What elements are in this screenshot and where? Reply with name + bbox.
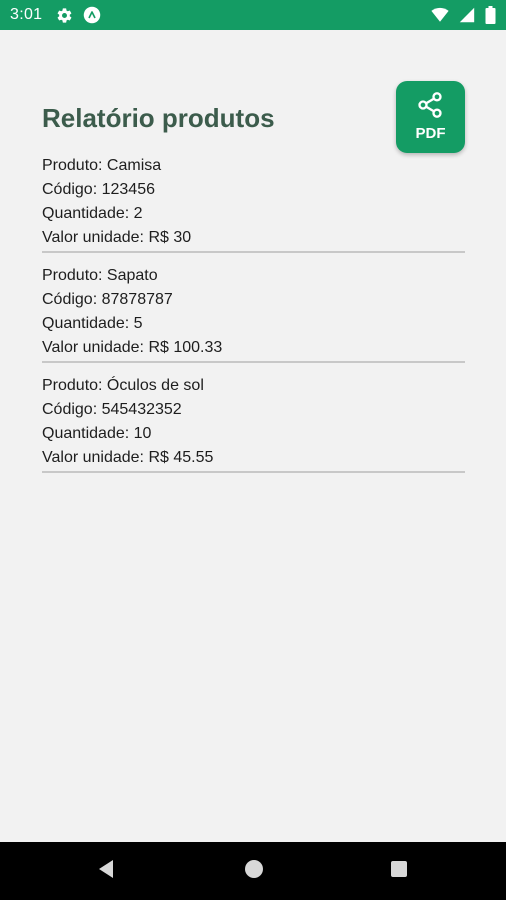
product-code: Código: 545432352 xyxy=(42,401,182,418)
recents-button[interactable] xyxy=(364,842,434,900)
product-unit-value: Valor unidade: R$ 100.33 xyxy=(42,339,223,356)
product-item: Produto: Óculos de sol Código: 545432352… xyxy=(42,374,465,484)
page-title: Relatório produtos xyxy=(42,103,275,133)
app-screen: 3:01 Relatório produtos PDF Produto: Cam… xyxy=(0,0,506,900)
product-item: Produto: Camisa Código: 123456 Quantidad… xyxy=(42,154,465,264)
divider xyxy=(42,471,465,473)
navigation-bar xyxy=(0,842,506,900)
back-button[interactable] xyxy=(71,842,141,900)
share-pdf-button[interactable]: PDF xyxy=(396,81,465,153)
status-time: 3:01 xyxy=(10,6,43,23)
recents-icon xyxy=(390,860,408,883)
product-list: Produto: Camisa Código: 123456 Quantidad… xyxy=(42,154,465,484)
divider xyxy=(42,251,465,253)
product-code: Código: 87878787 xyxy=(42,291,173,308)
back-icon xyxy=(97,859,115,884)
product-quantity: Quantidade: 5 xyxy=(42,315,143,332)
signal-icon xyxy=(459,7,475,23)
product-unit-value: Valor unidade: R$ 30 xyxy=(42,229,192,246)
status-left-icons xyxy=(56,6,101,24)
product-name: Produto: Sapato xyxy=(42,267,158,284)
status-bar: 3:01 xyxy=(0,0,506,30)
product-code: Código: 123456 xyxy=(42,181,155,198)
product-unit-value: Valor unidade: R$ 45.55 xyxy=(42,449,214,466)
home-button[interactable] xyxy=(219,842,289,900)
battery-icon xyxy=(485,6,496,24)
product-name: Produto: Óculos de sol xyxy=(42,377,204,394)
product-quantity: Quantidade: 2 xyxy=(42,205,143,222)
product-item: Produto: Sapato Código: 87878787 Quantid… xyxy=(42,264,465,374)
product-name: Produto: Camisa xyxy=(42,157,162,174)
settings-icon xyxy=(56,7,73,24)
status-right-icons xyxy=(431,6,496,24)
pdf-button-label: PDF xyxy=(415,125,446,142)
android-icon xyxy=(83,6,101,24)
divider xyxy=(42,361,465,363)
product-quantity: Quantidade: 10 xyxy=(42,425,152,442)
share-icon xyxy=(416,91,444,122)
wifi-icon xyxy=(431,7,449,23)
home-icon xyxy=(244,859,264,884)
